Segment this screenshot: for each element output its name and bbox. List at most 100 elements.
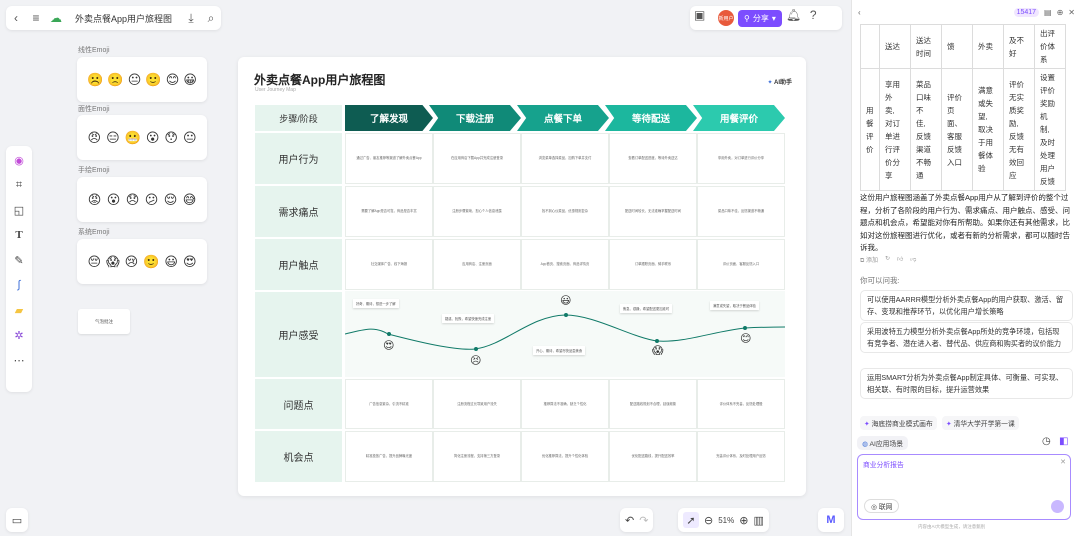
emoji-sticker[interactable]: 😊 [166, 72, 180, 88]
history-list-icon[interactable]: ▤ [1044, 8, 1052, 17]
emoji-sticker[interactable]: 😬 [125, 130, 141, 146]
emoji-sticker[interactable]: 😍 [183, 254, 197, 270]
emoji-sticker[interactable]: 😡 [88, 192, 102, 208]
emoji-sticker[interactable]: 😐 [183, 130, 197, 146]
suggestion-item[interactable]: 采用波特五力模型分析外卖点餐App所处的竞争环境，包括现有竞争者、潜在进入者、替… [860, 322, 1073, 353]
close-panel-icon[interactable]: ✕ [1068, 8, 1075, 17]
chevron-down-icon: ▾ [771, 13, 776, 23]
thumbs-up-icon[interactable]: 👍︎ [897, 255, 903, 265]
help-icon[interactable]: ? [810, 8, 830, 28]
journey-cell: 在应用商店下载App并完成注册登录 [433, 133, 521, 184]
redo-icon[interactable]: ↷ [639, 514, 648, 527]
emoji-sticker[interactable]: 😮 [146, 130, 160, 146]
zoom-in-icon[interactable]: ⊕ [739, 514, 748, 527]
doc-title[interactable]: 外卖点餐App用户旅程图 [66, 12, 181, 25]
row-label-0: 用户行为 [255, 133, 342, 184]
undo-icon[interactable]: ↶ [625, 514, 634, 527]
back-icon[interactable]: ‹ [6, 8, 26, 28]
table-cell: 评价 页 面、 客服 反馈 入口 [941, 68, 973, 191]
mindmap-icon[interactable]: ✲ [10, 327, 28, 343]
briefcase-icon[interactable]: ▣ [694, 8, 714, 28]
emoji-sticker[interactable]: 😯 [164, 130, 178, 146]
journey-cell: 完善评价体系，及时处理用户反馈 [697, 431, 785, 482]
download-icon[interactable]: ⤓ [181, 8, 201, 28]
emoji-sticker[interactable]: 😮 [107, 192, 121, 208]
menu-icon[interactable]: ≡ [26, 8, 46, 28]
emoji-sticker[interactable]: 😢 [125, 254, 139, 270]
thumbs-down-icon[interactable]: 👎︎ [910, 255, 916, 265]
collapse-panel-icon[interactable]: ‹ [858, 8, 861, 17]
regenerate-icon[interactable]: ↻ [885, 255, 890, 265]
map-icon[interactable]: ▥ [753, 514, 763, 527]
table-cell: 用 餐 评 价 [860, 68, 880, 191]
web-search-toggle[interactable]: ◎ 联网 [864, 499, 900, 513]
chat-icon[interactable]: ◧ [1059, 436, 1068, 447]
sticky-note-icon[interactable]: ▰ [10, 302, 28, 318]
emoji-sticker[interactable]: 😕 [145, 192, 159, 208]
emoji-happy: 😃 [560, 295, 572, 307]
connector-icon[interactable]: ∫ [10, 277, 28, 293]
table-row: 用 餐 评 价 享用 外 卖, 对订 单进 行评 价分 享 菜品 口味 不 佳,… [860, 68, 1066, 191]
share-button[interactable]: ⚲ 分享 ▾ [738, 9, 782, 27]
comment-note[interactable]: 气泡批注 [78, 309, 130, 334]
copy-icon[interactable]: ⧉ 添加 [860, 255, 878, 265]
shape-icon[interactable]: ◱ [10, 202, 28, 218]
emoji-sticker[interactable]: 😞 [126, 192, 140, 208]
emoji-sticker[interactable]: 😑 [106, 130, 120, 146]
zoom-out-icon[interactable]: ⊖ [704, 514, 713, 527]
journey-cell: 配送路线规划不合理，延误频繁 [609, 379, 697, 429]
emoji-sticker[interactable]: 🙁 [107, 72, 123, 88]
zoom-level[interactable]: 51% [718, 516, 734, 525]
template-icon[interactable]: ◉ [10, 152, 28, 168]
journey-cell: 通过广告、朋友推荐等渠道了解外卖点餐App [345, 133, 433, 184]
row-label-4: 机会点 [255, 431, 342, 482]
feeling-note: 好奇、期待，想进一步了解 [353, 299, 399, 308]
stage-4: 等待配送 [605, 105, 697, 131]
ai-assistant-badge[interactable]: ✦ AI助手 [768, 77, 793, 86]
emoji-sticker[interactable]: 🙂 [143, 254, 159, 270]
prompt-chip[interactable]: ✦ 海底捞商业模式画布 [860, 416, 937, 430]
minimap-toggle[interactable]: ▭ [6, 508, 28, 532]
bell-icon[interactable]: 🔔︎ [786, 8, 806, 28]
ai-app-scenes-button[interactable]: ◍ AI应用场景 [857, 436, 909, 450]
ai-logo-button[interactable]: M [818, 508, 844, 532]
chat-input[interactable]: 商业分析报告 ✕ ◎ 联网 [857, 454, 1071, 520]
chip-label: 海底捞商业模式画布 [871, 421, 933, 428]
input-tag[interactable]: 商业分析报告 [863, 459, 904, 469]
ai-logo-icon: M [826, 514, 836, 526]
emoji-sticker[interactable]: 🙂 [145, 72, 161, 88]
emoji-sticker[interactable]: 😠 [88, 130, 102, 146]
new-chat-icon[interactable]: ⊕ [1057, 8, 1064, 17]
clock-icon[interactable]: ◷ [1042, 436, 1051, 447]
clear-tag-icon[interactable]: ✕ [1060, 458, 1066, 466]
emoji-sticker[interactable]: 😐 [128, 72, 142, 88]
prompt-chip[interactable]: ✦ 清华大学开学第一课 [942, 416, 1019, 430]
emoji-sticker[interactable]: 😅 [183, 192, 197, 208]
frame-icon[interactable]: ⌗ [10, 177, 28, 193]
journey-cell: 配送时间较长，无法准确掌握配送时间 [609, 186, 697, 237]
emoji-sticker[interactable]: 😌 [164, 192, 178, 208]
more-icon[interactable]: ⋯ [10, 352, 28, 368]
sticker-title-3: 系统Emoji [78, 229, 110, 236]
emoji-sticker[interactable]: 😔 [88, 254, 102, 270]
sticker-panel-1: 😠 😑 😬 😮 😯 😐 [77, 115, 207, 160]
search-icon[interactable]: ⌕ [201, 8, 221, 28]
emoji-sticker[interactable]: 😱 [106, 254, 120, 270]
avatar[interactable]: 新用户 [718, 10, 734, 26]
pen-icon[interactable]: ✎ [10, 252, 28, 268]
credit-badge[interactable]: 15417 [1013, 7, 1040, 17]
suggestion-item[interactable]: 运用SMART分析为外卖点餐App制定具体、可衡量、可实现、相关联、有时限的目标… [860, 368, 1073, 399]
pointer-icon[interactable]: ➚ [683, 512, 699, 528]
suggestion-item[interactable]: 可以使用AARRR模型分析外卖点餐App的用户获取、激活、留存、变现和推荐环节，… [860, 290, 1073, 321]
table-cell: 送达 时间 [910, 24, 942, 69]
panel-header: ‹ 15417 ▤ ⊕ ✕ [852, 0, 1080, 24]
send-button[interactable] [1051, 500, 1064, 513]
emoji-sticker[interactable]: 😃 [164, 254, 178, 270]
feeling-note: 疑惑、犹豫，希望快速完成注册 [442, 314, 495, 323]
journey-cell: 找不到心仪菜品，优惠规则复杂 [521, 186, 609, 237]
emoji-sticker[interactable]: ☹️ [87, 72, 103, 88]
emoji-sticker[interactable]: 😀 [183, 72, 197, 88]
journey-map-board[interactable]: 外卖点餐App用户旅程图 User Journey Map ✦ AI助手 步骤/… [238, 57, 806, 496]
text-icon[interactable]: T [10, 227, 28, 243]
journey-cell: 应用商店、注册页面 [433, 239, 521, 290]
